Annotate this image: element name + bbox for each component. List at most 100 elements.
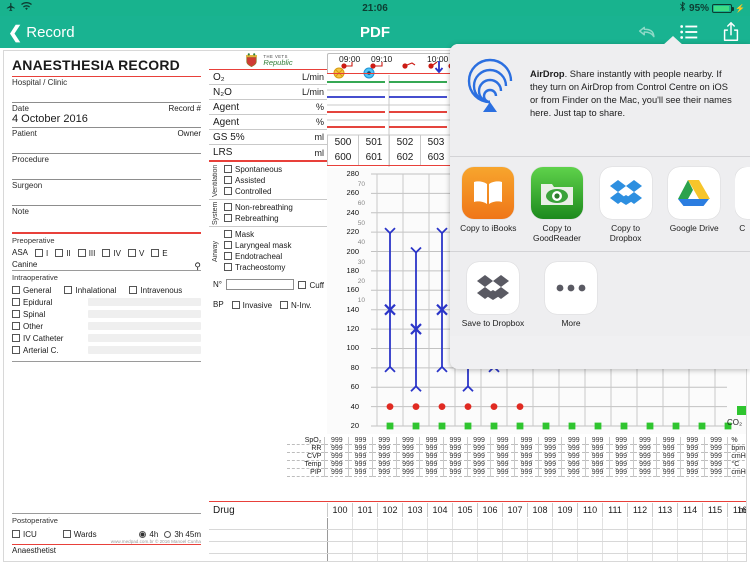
checkbox[interactable] xyxy=(62,530,71,539)
drug-empty-row[interactable] xyxy=(209,554,746,561)
table-cell[interactable]: 999 xyxy=(537,468,562,477)
table-cell[interactable]: 999 xyxy=(490,460,515,469)
bp-non-invasive[interactable]: N-Inv. xyxy=(280,301,312,310)
checkbox[interactable] xyxy=(224,176,232,185)
table-cell[interactable]: 999 xyxy=(608,452,634,461)
table-cell[interactable]: 999 xyxy=(585,468,610,477)
table-cell[interactable]: 999 xyxy=(395,437,420,445)
intraop-arterial-c[interactable]: Arterial C. xyxy=(12,346,201,355)
checkbox[interactable] xyxy=(12,322,20,331)
share-item-more[interactable]: More xyxy=(538,262,604,328)
table-cell[interactable]: 999 xyxy=(656,437,681,445)
checkbox[interactable] xyxy=(224,203,232,212)
drug-value-cell[interactable]: 104 xyxy=(427,503,452,517)
table-cell[interactable]: 999 xyxy=(656,460,681,469)
asa-option-e[interactable]: E xyxy=(151,249,168,258)
asa-option-ii[interactable]: II xyxy=(55,249,71,258)
hospital-field[interactable]: Hospital / Clinic xyxy=(12,78,201,104)
table-cell[interactable]: 999 xyxy=(324,437,349,445)
gas-row-o2[interactable]: O₂ L/min xyxy=(209,70,327,86)
table-cell[interactable]: 999 xyxy=(703,460,728,469)
airdrop-icon[interactable] xyxy=(462,56,518,142)
table-cell[interactable]: 999 xyxy=(395,468,420,477)
intraop-other[interactable]: Other xyxy=(12,322,201,331)
table-cell[interactable]: 999 xyxy=(395,452,420,461)
checkbox[interactable] xyxy=(280,301,289,310)
table-cell[interactable]: 999 xyxy=(632,437,657,445)
table-cell[interactable]: 999 xyxy=(514,460,539,469)
drug-value-cell[interactable]: 102 xyxy=(377,503,402,517)
table-cell[interactable]: 999 xyxy=(442,468,468,477)
share-item-copy-to-goodreader[interactable]: Copy to GoodReader xyxy=(529,167,586,243)
checkbox[interactable] xyxy=(77,249,86,258)
checkbox[interactable] xyxy=(55,249,64,258)
input-strip[interactable] xyxy=(88,322,201,331)
drug-value-cell[interactable]: 110 xyxy=(577,503,602,517)
table-cell[interactable]: 999 xyxy=(466,444,491,453)
table-cell[interactable]: 999 xyxy=(371,468,397,477)
table-cell[interactable]: 999 xyxy=(656,444,681,453)
table-cell[interactable]: 999 xyxy=(703,444,728,453)
table-cell[interactable]: 999 xyxy=(703,468,728,477)
checkbox[interactable] xyxy=(12,530,20,539)
drug-empty-row[interactable] xyxy=(209,518,746,530)
checkbox[interactable] xyxy=(12,286,20,295)
table-cell[interactable]: 999 xyxy=(442,437,468,445)
table-cell[interactable]: 999 xyxy=(537,452,562,461)
drug-empty-row[interactable] xyxy=(209,530,746,542)
table-cell[interactable]: 999 xyxy=(608,468,634,477)
drug-value-cell[interactable]: 108 xyxy=(527,503,552,517)
table-cell[interactable]: 999 xyxy=(514,452,539,461)
table-cell[interactable]: 999 xyxy=(680,437,705,445)
airway-number-input[interactable] xyxy=(225,278,295,290)
postop-icu[interactable]: ICU xyxy=(12,530,37,539)
table-cell[interactable]: 999 xyxy=(466,437,491,445)
table-cell[interactable]: 999 xyxy=(348,460,373,469)
table-cell[interactable]: 999 xyxy=(419,444,444,453)
share-sheet[interactable]: AirDrop. Share instantly with people nea… xyxy=(450,44,750,369)
input-strip[interactable] xyxy=(88,346,201,355)
patient-field[interactable]: Patient Owner xyxy=(12,129,201,155)
note-field[interactable]: Note xyxy=(12,207,201,230)
checkbox[interactable] xyxy=(224,165,232,174)
bp-invasive[interactable]: Invasive xyxy=(231,301,272,310)
drug-value-cell[interactable]: 100 xyxy=(327,503,352,517)
drug-value-cell[interactable]: 106 xyxy=(477,503,502,517)
table-cell[interactable]: 999 xyxy=(585,437,610,445)
table-cell[interactable]: 999 xyxy=(680,468,705,477)
drug-value-cell[interactable]: 115 xyxy=(702,503,727,517)
checkbox[interactable] xyxy=(12,334,20,343)
checkbox[interactable] xyxy=(12,346,20,355)
table-cell[interactable]: 999 xyxy=(324,452,349,461)
table-cell[interactable]: 999 xyxy=(348,444,373,453)
drug-value-cell[interactable]: 107 xyxy=(502,503,527,517)
table-cell[interactable]: 999 xyxy=(371,460,397,469)
table-cell[interactable]: 999 xyxy=(442,460,468,469)
table-cell[interactable]: 999 xyxy=(324,460,349,469)
table-cell[interactable]: 999 xyxy=(632,468,657,477)
table-cell[interactable]: 999 xyxy=(371,452,397,461)
table-cell[interactable]: 999 xyxy=(490,452,515,461)
table-cell[interactable]: 999 xyxy=(442,452,468,461)
table-cell[interactable]: 999 xyxy=(680,444,705,453)
table-cell[interactable]: 999 xyxy=(537,437,562,445)
table-cell[interactable]: 999 xyxy=(324,444,349,453)
ventilation-assisted[interactable]: Assisted xyxy=(224,175,325,186)
checkbox[interactable] xyxy=(298,281,307,290)
table-cell[interactable]: 999 xyxy=(656,452,681,461)
date-field[interactable]: Date Record # 4 October 2016 xyxy=(12,104,201,129)
table-cell[interactable]: 999 xyxy=(490,444,515,453)
checkbox[interactable] xyxy=(224,263,232,272)
drug-value-cell[interactable]: 112 xyxy=(627,503,652,517)
table-cell[interactable]: 999 xyxy=(324,468,349,477)
gas-row-lrs[interactable]: LRS ml xyxy=(209,145,327,160)
surgeon-field[interactable]: Surgeon xyxy=(12,181,201,207)
table-cell[interactable]: 999 xyxy=(514,437,539,445)
table-row[interactable]: CVP 999 999 999 999 999 999 999 999 999 999 999 999 9… xyxy=(287,452,746,461)
table-cell[interactable]: 999 xyxy=(703,452,728,461)
vitals-table[interactable]: SpO₂ 999 999 999 999 999 999 999 999 999 999 999 999… xyxy=(287,437,746,477)
table-cell[interactable]: 999 xyxy=(561,460,586,469)
table-cell[interactable]: 999 xyxy=(419,460,444,469)
postop-wards[interactable]: Wards xyxy=(62,530,97,539)
input-strip[interactable] xyxy=(88,310,201,319)
